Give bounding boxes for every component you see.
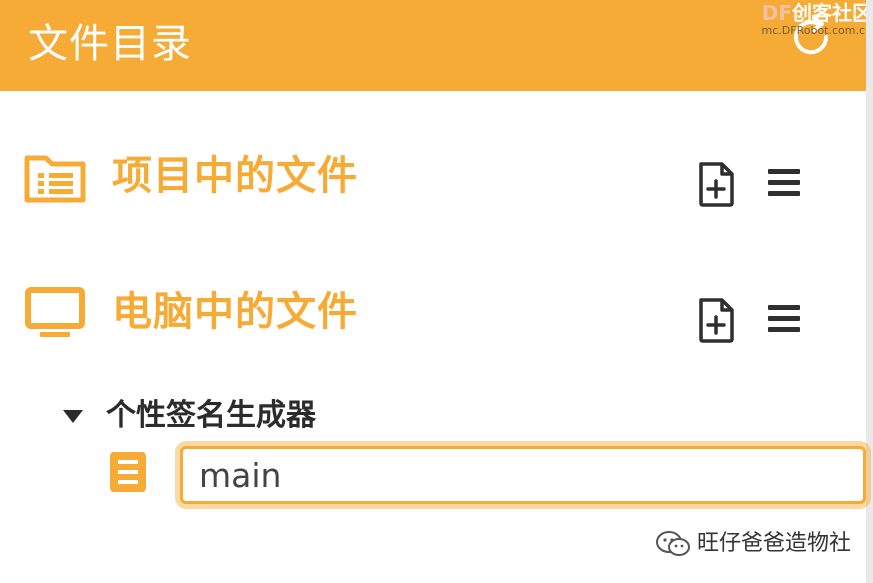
caret-down-icon[interactable] <box>62 408 84 424</box>
folder-list-icon <box>24 155 86 203</box>
watermark-brand: DF创客社区 <box>761 1 872 25</box>
page-title: 文件目录 <box>28 21 192 67</box>
file-name-input[interactable] <box>180 446 866 504</box>
panel-edge-shadow <box>866 0 873 583</box>
watermark-url: mc.DFRobot.com.cn <box>761 24 872 37</box>
new-file-icon[interactable] <box>696 161 736 207</box>
section-label-computer-files: 电脑中的文件 <box>112 289 358 335</box>
watermark-dfrobot: DF创客社区 mc.DFRobot.com.cn <box>756 2 872 38</box>
wechat-icon <box>656 531 690 556</box>
section-computer-files: 电脑中的文件 <box>0 276 866 356</box>
section-label-project-files: 项目中的文件 <box>112 153 358 199</box>
monitor-icon <box>25 287 85 337</box>
menu-icon[interactable] <box>766 299 806 345</box>
section-project-files: 项目中的文件 <box>0 140 866 220</box>
new-file-icon[interactable] <box>696 297 736 343</box>
tree-folder-label: 个性签名生成器 <box>106 398 316 433</box>
menu-icon[interactable] <box>766 163 806 209</box>
file-lines-icon <box>110 452 146 492</box>
watermark-wechat-text: 旺仔爸爸造物社 <box>697 531 852 556</box>
header-bar: 文件目录 <box>0 0 866 91</box>
